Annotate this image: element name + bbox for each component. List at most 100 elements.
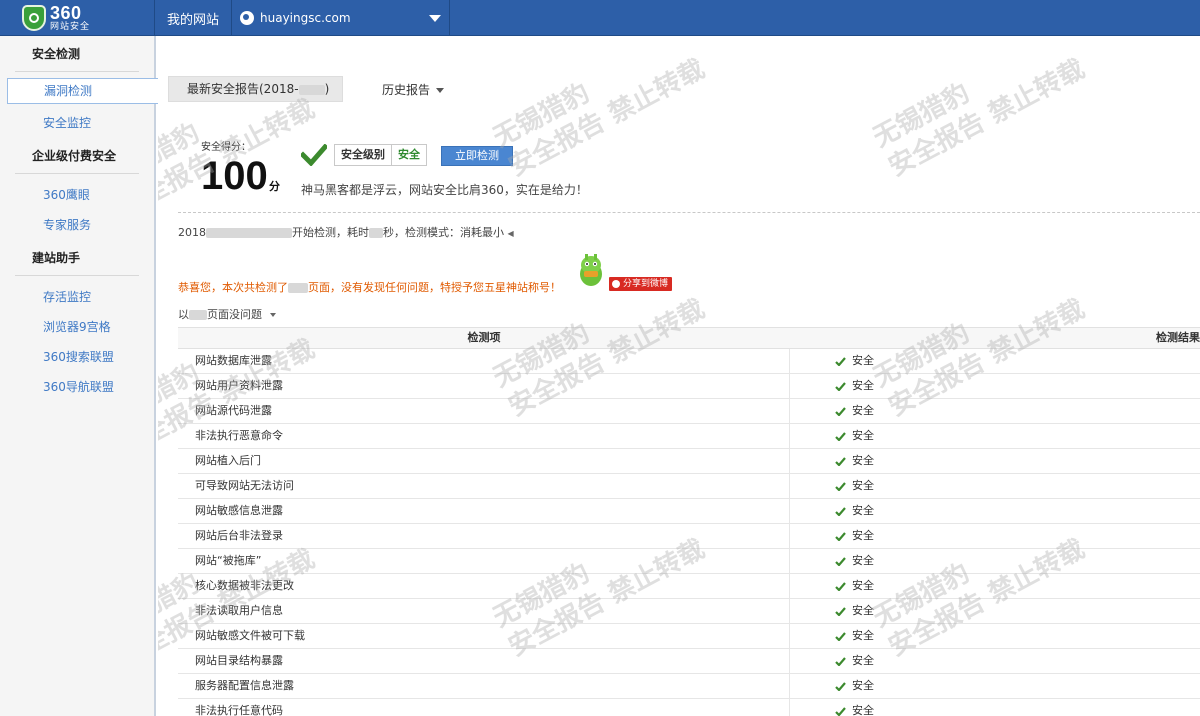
security-level-key: 安全级别	[335, 145, 392, 165]
watermark-line: 无锡猎豹	[488, 78, 595, 154]
result-label: 安全	[852, 404, 874, 417]
main-content: 最新安全报告(2018-) 历史报告 安全得分： 100 分 安全级别 安全 立…	[158, 36, 1200, 716]
divider	[178, 212, 1200, 213]
sidebar-item-vuln-scan[interactable]: 漏洞检测	[7, 78, 163, 104]
praise-text: 神马黑客都是浮云，网站安全比肩360，实在是给力！	[301, 183, 588, 197]
no-issue-prefix: 以	[178, 308, 189, 321]
redacted-text	[288, 283, 308, 293]
sidebar: 安全检测 漏洞检测 安全监控 企业级付费安全 360鹰眼 专家服务 建站助手 存…	[0, 36, 163, 716]
redacted-text	[369, 228, 383, 238]
result-label: 安全	[852, 554, 874, 567]
watermark: 无锡猎豹 安全报告 禁止转载	[488, 36, 710, 183]
congrats-prefix: 恭喜您，本次共检测了	[178, 281, 288, 294]
result-label: 安全	[852, 379, 874, 392]
sidebar-item-eagle-eye[interactable]: 360鹰眼	[15, 180, 139, 210]
sidebar-group-title: 建站助手	[15, 240, 139, 276]
no-issue-toggle[interactable]: 以 页面没问题	[178, 306, 276, 322]
table-row: 网站后台非法登录 安全	[178, 524, 1200, 549]
check-item-name: 网站目录结构暴露	[178, 649, 790, 673]
table-row: 网站敏感文件被可下载 安全	[178, 624, 1200, 649]
scan-info-mid: 开始检测，耗时	[292, 226, 369, 239]
check-icon	[835, 431, 846, 441]
logo[interactable]: 360 网站安全	[0, 0, 155, 36]
tab-history-report[interactable]: 历史报告	[382, 81, 444, 98]
check-item-result: 安全	[790, 574, 1200, 598]
weibo-share-button[interactable]: 分享到微博	[609, 277, 673, 291]
check-item-name: 非法执行任意代码	[178, 699, 790, 716]
sidebar-group-title: 企业级付费安全	[15, 138, 139, 174]
check-icon	[835, 356, 846, 366]
column-header-item: 检测项	[467, 331, 501, 344]
table-row: 服务器配置信息泄露 安全	[178, 674, 1200, 699]
result-label: 安全	[852, 454, 874, 467]
score-value: 100	[201, 154, 268, 198]
check-item-name: 服务器配置信息泄露	[178, 674, 790, 698]
tab-latest-label-end: )	[324, 82, 330, 96]
check-icon	[835, 631, 846, 641]
result-label: 安全	[852, 629, 874, 642]
sidebar-group-security: 安全检测 漏洞检测 安全监控	[0, 36, 163, 138]
check-icon	[835, 381, 846, 391]
table-row: 可导致网站无法访问 安全	[178, 474, 1200, 499]
sidebar-item-uptime[interactable]: 存活监控	[15, 282, 139, 312]
tab-latest-label: 最新安全报告(2018-	[187, 82, 299, 96]
table-row: 网站“被拖库” 安全	[178, 549, 1200, 574]
check-icon	[835, 556, 846, 566]
check-item-result: 安全	[790, 474, 1200, 498]
watermark-line: 安全报告 禁止转载	[503, 53, 710, 183]
check-icon	[835, 706, 846, 716]
scan-now-button[interactable]: 立即检测	[441, 146, 513, 166]
result-label: 安全	[852, 679, 874, 692]
no-issue-suffix: 页面没问题	[207, 308, 262, 321]
security-level-badge: 安全级别 安全	[334, 144, 427, 166]
shield-icon	[22, 5, 46, 31]
sidebar-group-assistant: 建站助手 存活监控 浏览器9宫格 360搜索联盟 360导航联盟	[0, 240, 154, 402]
sidebar-group-title: 安全检测	[15, 36, 139, 72]
check-item-name: 网站源代码泄露	[178, 399, 790, 423]
check-icon	[835, 606, 846, 616]
mascot-icon	[580, 254, 602, 286]
security-level-value: 安全	[398, 148, 420, 161]
sidebar-item-browser-grid[interactable]: 浏览器9宫格	[15, 312, 139, 342]
check-results-table: 检测项 检测结果 网站数据库泄露 安全 网站用户资料泄露 安全 网站源代码泄露 安全 非法执…	[178, 327, 1200, 716]
sidebar-item-expert[interactable]: 专家服务	[15, 210, 139, 240]
result-label: 安全	[852, 579, 874, 592]
check-icon	[301, 144, 327, 166]
sidebar-item-search-union[interactable]: 360搜索联盟	[15, 342, 139, 372]
check-item-name: 核心数据被非法更改	[178, 574, 790, 598]
site-selector[interactable]: huayingsc.com	[232, 0, 450, 36]
result-label: 安全	[852, 604, 874, 617]
check-item-result: 安全	[790, 424, 1200, 448]
sidebar-item-monitor[interactable]: 安全监控	[15, 108, 139, 138]
check-icon	[835, 681, 846, 691]
check-item-name: 网站敏感信息泄露	[178, 499, 790, 523]
table-header: 检测项 检测结果	[178, 327, 1200, 349]
check-item-result: 安全	[790, 349, 1200, 373]
check-item-name: 网站植入后门	[178, 449, 790, 473]
check-item-result: 安全	[790, 674, 1200, 698]
check-item-name: 网站后台非法登录	[178, 524, 790, 548]
score-unit: 分	[269, 180, 280, 193]
table-row: 非法执行恶意命令 安全	[178, 424, 1200, 449]
check-item-result: 安全	[790, 549, 1200, 573]
check-item-name: 网站“被拖库”	[178, 549, 790, 573]
redacted-text	[206, 228, 292, 238]
check-item-result: 安全	[790, 499, 1200, 523]
globe-icon	[240, 11, 254, 25]
check-item-result: 安全	[790, 624, 1200, 648]
scan-info-suffix: 秒，检测模式：消耗最小	[383, 226, 504, 239]
check-item-result: 安全	[790, 649, 1200, 673]
logo-subtitle: 网站安全	[50, 22, 91, 32]
table-row: 核心数据被非法更改 安全	[178, 574, 1200, 599]
check-item-name: 可导致网站无法访问	[178, 474, 790, 498]
check-item-result: 安全	[790, 524, 1200, 548]
nav-my-site[interactable]: 我的网站	[155, 0, 232, 36]
table-row: 非法读取用户信息 安全	[178, 599, 1200, 624]
watermark-line: 安全报告 禁止转载	[883, 53, 1090, 183]
result-label: 安全	[852, 704, 874, 716]
sidebar-item-nav-union[interactable]: 360导航联盟	[15, 372, 139, 402]
caret-left-icon[interactable]: ◀	[508, 229, 514, 238]
tab-latest-report[interactable]: 最新安全报告(2018-)	[168, 76, 343, 102]
check-item-name: 网站数据库泄露	[178, 349, 790, 373]
check-item-name: 网站敏感文件被可下载	[178, 624, 790, 648]
